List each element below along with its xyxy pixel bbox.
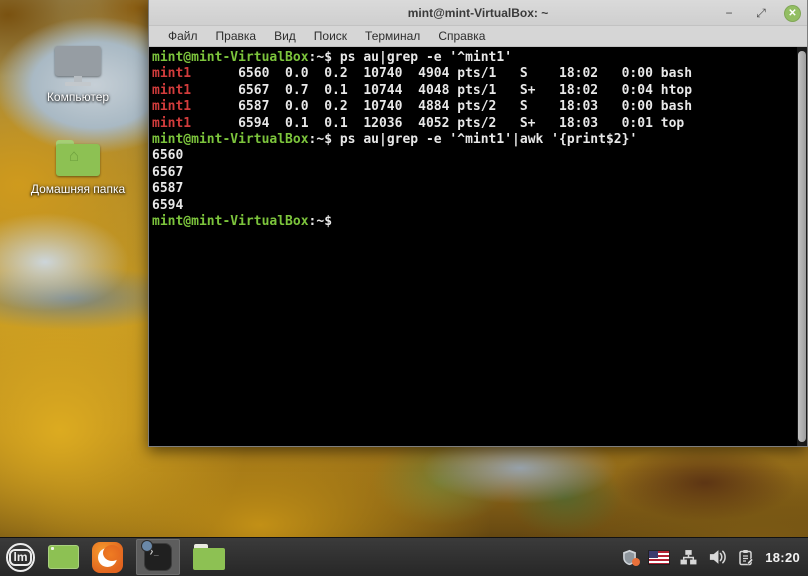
volume-icon[interactable]	[708, 549, 727, 565]
menu-edit[interactable]: Правка	[208, 27, 265, 45]
desktop-icon-computer[interactable]: Компьютер	[22, 44, 134, 104]
terminal-scrollbar[interactable]	[797, 47, 807, 446]
desktop: Компьютер ⌂ Домашняя папка mint@mint-Vir…	[0, 0, 808, 576]
show-desktop-button[interactable]	[48, 538, 79, 576]
menu-terminal[interactable]: Терминал	[357, 27, 428, 45]
network-icon[interactable]	[680, 549, 697, 566]
firefox-icon	[92, 541, 123, 573]
folder-icon	[193, 544, 225, 570]
clock[interactable]: 18:20	[765, 550, 800, 565]
menu-view[interactable]: Вид	[266, 27, 304, 45]
show-desktop-icon	[48, 545, 79, 569]
keyboard-layout-us-flag-icon[interactable]	[649, 550, 670, 564]
terminal-window: mint@mint-VirtualBox: ~ − ⤢ ✕ Файл Правк…	[148, 0, 808, 447]
clipboard-icon[interactable]	[738, 549, 754, 566]
menu-file[interactable]: Файл	[160, 27, 206, 45]
house-glyph: ⌂	[68, 146, 80, 165]
taskbar: lm ❯_ 18:20	[0, 537, 808, 576]
window-title: mint@mint-VirtualBox: ~	[407, 5, 549, 20]
menu-help[interactable]: Справка	[430, 27, 493, 45]
terminal-output: mint@mint-VirtualBox:~$ ps au|grep -e '^…	[152, 50, 693, 230]
desktop-icon-label: Компьютер	[46, 90, 110, 104]
notification-dot	[632, 557, 641, 566]
computer-icon	[52, 44, 104, 88]
files-launcher[interactable]	[193, 538, 225, 576]
titlebar[interactable]: mint@mint-VirtualBox: ~ − ⤢ ✕	[149, 0, 807, 26]
mint-menu-button[interactable]: lm	[6, 538, 35, 576]
mint-logo-icon: lm	[6, 542, 35, 572]
firewall-shield-icon[interactable]	[621, 549, 641, 566]
desktop-icon-label: Домашняя папка	[30, 182, 126, 196]
terminal-screen[interactable]: mint@mint-VirtualBox:~$ ps au|grep -e '^…	[149, 47, 807, 446]
terminal-badge	[142, 541, 152, 551]
terminal-taskbar-button[interactable]: ❯_	[136, 539, 180, 575]
close-button[interactable]: ✕	[784, 4, 801, 22]
menubar: Файл Правка Вид Поиск Терминал Справка	[149, 26, 807, 47]
terminal-icon: ❯_	[142, 541, 172, 571]
home-folder-icon: ⌂	[52, 136, 104, 180]
maximize-button[interactable]: ⤢	[752, 4, 770, 22]
desktop-icon-home-folder[interactable]: ⌂ Домашняя папка	[22, 136, 134, 196]
firefox-launcher[interactable]	[92, 538, 123, 576]
menu-search[interactable]: Поиск	[306, 27, 355, 45]
minimize-button[interactable]: −	[720, 4, 738, 22]
scrollbar-thumb[interactable]	[798, 51, 806, 442]
